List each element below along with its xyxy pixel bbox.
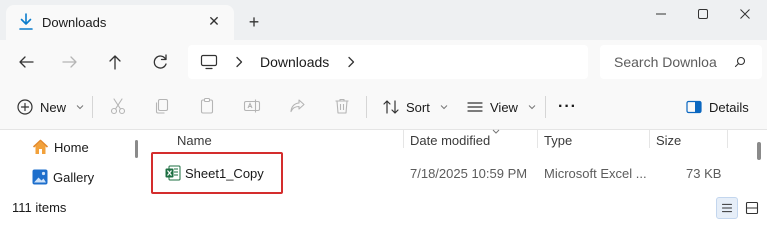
maximize-button[interactable] xyxy=(688,4,718,24)
minimize-button[interactable] xyxy=(646,4,676,24)
more-options-button[interactable]: ··· xyxy=(558,96,577,118)
details-pane-label: Details xyxy=(709,99,749,115)
list-view-icon xyxy=(467,102,483,112)
divider xyxy=(366,96,367,118)
cut-icon[interactable] xyxy=(108,96,128,116)
more-options-label: ··· xyxy=(558,98,577,115)
file-type: Microsoft Excel ... xyxy=(544,166,647,181)
details-view-button[interactable] xyxy=(716,197,738,219)
details-pane-button[interactable]: Details xyxy=(685,96,749,118)
rename-icon[interactable] xyxy=(242,96,262,116)
file-name[interactable]: Sheet1_Copy xyxy=(185,166,264,181)
status-bar: 111 items xyxy=(0,195,767,220)
column-header-date-modified[interactable]: Date modified xyxy=(410,133,490,148)
file-list-scrollbar[interactable] xyxy=(757,142,761,160)
plus-circle-icon xyxy=(17,99,33,115)
column-header-type[interactable]: Type xyxy=(544,133,572,148)
file-date-modified: 7/18/2025 10:59 PM xyxy=(410,166,528,181)
sidebar-scrollbar[interactable] xyxy=(135,140,138,158)
tiles-view-button[interactable] xyxy=(741,197,763,219)
chevron-down-icon xyxy=(76,105,84,110)
new-button-label: New xyxy=(40,99,67,115)
sidebar-item-gallery[interactable]: Gallery xyxy=(32,166,94,188)
new-tab-button[interactable]: + xyxy=(245,13,263,31)
file-size: 73 KB xyxy=(686,166,722,181)
excel-file-icon xyxy=(165,165,181,181)
chevron-down-icon xyxy=(440,105,448,110)
chevron-down-icon xyxy=(528,105,536,110)
delete-icon[interactable] xyxy=(332,96,352,116)
search-box[interactable] xyxy=(600,45,762,79)
refresh-button[interactable] xyxy=(148,50,172,74)
sidebar-item-label: Gallery xyxy=(53,169,95,185)
close-window-button[interactable] xyxy=(730,4,760,24)
breadcrumb[interactable]: Downloads xyxy=(188,45,588,79)
forward-button[interactable] xyxy=(58,50,82,74)
new-button[interactable]: New xyxy=(16,96,84,118)
back-button[interactable] xyxy=(14,50,38,74)
search-icon[interactable] xyxy=(734,56,746,68)
main-content: Home Gallery Name Date modified Type Siz… xyxy=(0,129,767,195)
column-divider[interactable] xyxy=(649,130,650,148)
monitor-icon xyxy=(200,54,218,70)
breadcrumb-downloads[interactable]: Downloads xyxy=(260,54,329,70)
title-bar: Downloads ✕ + xyxy=(0,0,767,40)
tab-downloads[interactable]: Downloads ✕ xyxy=(6,5,234,40)
sort-button[interactable]: Sort xyxy=(382,96,448,118)
navigation-pane: Home Gallery xyxy=(0,130,140,195)
sidebar-item-label: Home xyxy=(54,139,89,155)
command-bar: New Sort View ··· Details xyxy=(0,84,767,130)
column-divider[interactable] xyxy=(537,130,538,148)
chevron-right-icon[interactable] xyxy=(234,56,244,68)
sort-indicator-icon xyxy=(492,129,500,134)
address-bar: Downloads xyxy=(0,40,767,84)
column-header-name[interactable]: Name xyxy=(177,133,212,148)
tab-title: Downloads xyxy=(42,15,107,30)
search-input[interactable] xyxy=(614,53,732,71)
sort-icon xyxy=(383,100,399,114)
sort-button-label: Sort xyxy=(406,99,430,115)
file-list: Name Date modified Type Size Sheet1_Copy… xyxy=(145,129,767,195)
view-button-label: View xyxy=(490,99,518,115)
column-divider[interactable] xyxy=(727,130,728,148)
column-header-size[interactable]: Size xyxy=(656,133,681,148)
sidebar-item-home[interactable]: Home xyxy=(32,136,89,158)
gallery-icon xyxy=(32,169,48,185)
copy-icon[interactable] xyxy=(152,96,172,116)
chevron-right-icon[interactable] xyxy=(346,56,356,68)
share-icon[interactable] xyxy=(287,96,307,116)
details-pane-icon xyxy=(686,100,702,114)
view-button[interactable]: View xyxy=(466,96,536,118)
home-icon xyxy=(32,139,49,154)
divider xyxy=(92,96,93,118)
item-count: 111 items xyxy=(12,200,67,215)
download-icon xyxy=(19,13,33,30)
divider xyxy=(545,96,546,118)
tab-close-button[interactable]: ✕ xyxy=(205,12,223,30)
column-divider[interactable] xyxy=(403,130,404,148)
paste-icon[interactable] xyxy=(197,96,217,116)
up-button[interactable] xyxy=(103,50,127,74)
